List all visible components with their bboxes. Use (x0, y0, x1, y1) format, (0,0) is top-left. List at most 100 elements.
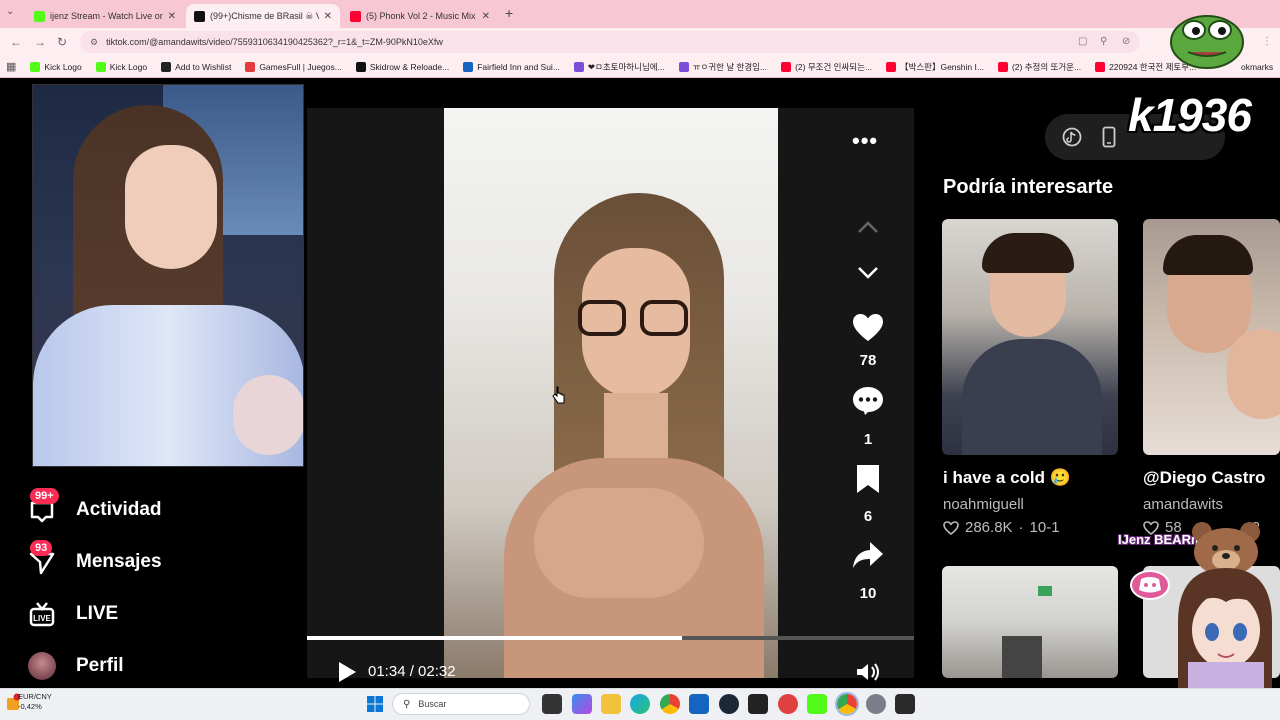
edge-icon[interactable] (630, 694, 650, 714)
sidebar-item-activity[interactable]: 99+ Actividad (28, 488, 162, 524)
separator: · (1018, 519, 1024, 536)
heart-outline-icon (943, 520, 959, 535)
close-tab-icon[interactable]: ✕ (482, 11, 490, 22)
heart-icon (853, 314, 883, 341)
task-view-icon[interactable] (542, 694, 562, 714)
sidebar-item-label: Perfil (76, 655, 124, 676)
back-icon[interactable]: ← (10, 35, 22, 49)
epic-games-icon[interactable] (895, 694, 915, 714)
reload-icon[interactable]: ↻ (57, 35, 67, 49)
related-title-1[interactable]: i have a cold 🥲 (943, 468, 1071, 488)
bookmark-item[interactable]: 【박스판】Genshin I... (886, 61, 984, 73)
related-thumbnail-1[interactable] (942, 219, 1118, 455)
related-title-2[interactable]: @Diego Castro (1143, 468, 1265, 488)
store-icon[interactable] (689, 694, 709, 714)
inbox-icon: 99+ (28, 488, 59, 524)
video-frame[interactable] (444, 108, 778, 678)
close-tab-icon[interactable]: ✕ (168, 11, 176, 22)
bookmark-item[interactable]: Kick Logo (95, 61, 147, 72)
sidebar-item-profile[interactable]: Perfil (28, 652, 124, 680)
bookmark-item[interactable]: GamesFull | Juegos... (245, 61, 342, 72)
comment-button[interactable]: 1 (848, 386, 888, 448)
share-button[interactable]: 10 (848, 541, 888, 602)
sidebar-item-messages[interactable]: 93 Mensajes (28, 540, 162, 576)
like-count: 78 (859, 352, 877, 369)
bookmark-favicon-icon (678, 61, 689, 72)
related-stats-1: 286.8K · 10-1 (943, 519, 1060, 536)
bookmark-item[interactable]: (2) 무조건 인싸되는... (781, 61, 872, 73)
new-tab-icon[interactable]: + (505, 5, 513, 21)
related-date-1: 10-1 (1029, 519, 1060, 536)
taskbar-search[interactable]: ⚲ Buscar (392, 693, 530, 715)
bookmark-item[interactable]: (2) 추정의 또거운... (997, 61, 1082, 73)
more-options-icon[interactable]: ••• (852, 128, 878, 154)
related-thumbnail-2[interactable] (1143, 219, 1280, 455)
apps-icon[interactable]: ▦ (6, 60, 16, 73)
chrome-icon[interactable] (660, 694, 680, 714)
windows-start-icon[interactable] (367, 696, 383, 712)
tab-strip: ⌄ ijenz Stream - Watch Live on Ki ✕ (99+… (0, 0, 1280, 28)
play-icon[interactable] (336, 661, 358, 683)
terminal-icon[interactable] (748, 694, 768, 714)
volume-icon[interactable] (855, 662, 881, 682)
mobile-app-icon[interactable] (1102, 126, 1116, 148)
steam-icon[interactable] (719, 694, 739, 714)
site-info-icon[interactable]: ⚙ (90, 37, 98, 48)
file-explorer-icon[interactable] (601, 694, 621, 714)
settings-icon[interactable] (866, 694, 886, 714)
save-count: 6 (863, 508, 873, 525)
taskbar-search-placeholder: Buscar (418, 699, 447, 709)
sidebar-item-live[interactable]: LIVE LIVE (28, 600, 118, 628)
fx-ticker-change: -0,42% (18, 702, 42, 711)
bookmark-item[interactable]: Kick Logo (30, 61, 82, 72)
zoom-icon[interactable]: ⚲ (1100, 36, 1107, 47)
copilot-icon[interactable] (572, 694, 592, 714)
related-user-2[interactable]: amandawits (1143, 496, 1223, 513)
tab-search-icon[interactable]: ⌄ (6, 6, 14, 17)
bookmark-item[interactable]: ❤ㅁ초토마하니님에... (573, 61, 665, 73)
bookmark-item[interactable]: Add to Wishlist (161, 61, 231, 72)
bookmark-favicon-icon (95, 61, 106, 72)
bookmark-label: (2) 추정의 또거운... (1011, 61, 1082, 72)
forward-icon[interactable]: → (34, 35, 46, 49)
like-button[interactable]: 78 (848, 313, 888, 369)
send-icon: 93 (28, 540, 56, 576)
tab-youtube-phonk[interactable]: (5) Phonk Vol 2 - Music Mix 202 ✕ (342, 4, 498, 28)
avatar (28, 652, 56, 680)
fx-ticker[interactable]: EUR/CNY -0,42% (18, 692, 52, 712)
chrome-active-icon[interactable] (837, 694, 857, 714)
related-thumbnail-3[interactable] (942, 566, 1118, 678)
progress-bar[interactable] (307, 636, 914, 640)
save-button[interactable]: 6 (848, 464, 888, 525)
tab-kick-stream[interactable]: ijenz Stream - Watch Live on Ki ✕ (26, 4, 184, 28)
related-user-1[interactable]: noahmiguell (943, 496, 1024, 513)
next-video-icon[interactable] (856, 266, 880, 280)
bookmark-label: Skidrow & Reloade... (369, 61, 450, 72)
thumbnail-image (1227, 329, 1280, 419)
bookmark-item[interactable]: ㅠㅇ귀한 날 한경임... (678, 61, 768, 73)
kick-app-icon[interactable] (807, 694, 827, 714)
close-tab-icon[interactable]: ✕ (324, 11, 332, 22)
menu-icon[interactable]: ⋮ (1262, 36, 1272, 47)
address-bar[interactable]: ⚙ tiktok.com/@amandawits/video/755931063… (80, 31, 1140, 53)
hide-icon[interactable]: ⊘ (1122, 36, 1130, 47)
bookmarks-bar: ▦ Kick Logo Kick Logo Add to Wishlist Games… (0, 56, 1280, 78)
pepe-emote-icon (1170, 15, 1244, 69)
bookmark-favicon-icon (997, 61, 1008, 72)
bookmark-item[interactable]: Skidrow & Reloade... (355, 61, 450, 72)
bookmark-item[interactable]: Fairfield Inn and Sui... (463, 61, 560, 72)
share-arrow-icon (853, 542, 883, 568)
video-content (578, 300, 626, 336)
app-icon[interactable] (778, 694, 798, 714)
related-heading: Podría interesarte (943, 176, 1114, 198)
tiktok-coins-icon[interactable] (1062, 127, 1082, 147)
svg-text:LIVE: LIVE (33, 614, 51, 623)
previous-video-icon[interactable] (856, 220, 880, 234)
tab-tiktok-video[interactable]: (99+)Chisme de BRasil ☠ Vini J ✕ (186, 4, 340, 28)
bookmark-label: ㅠㅇ귀한 날 한경임... (692, 61, 768, 72)
bookmark-favicon-icon (886, 61, 896, 72)
install-app-icon[interactable]: ▢ (1078, 36, 1087, 47)
progress-fill (307, 636, 682, 640)
search-icon: ⚲ (403, 698, 411, 710)
anime-avatar-icon (1178, 568, 1272, 688)
